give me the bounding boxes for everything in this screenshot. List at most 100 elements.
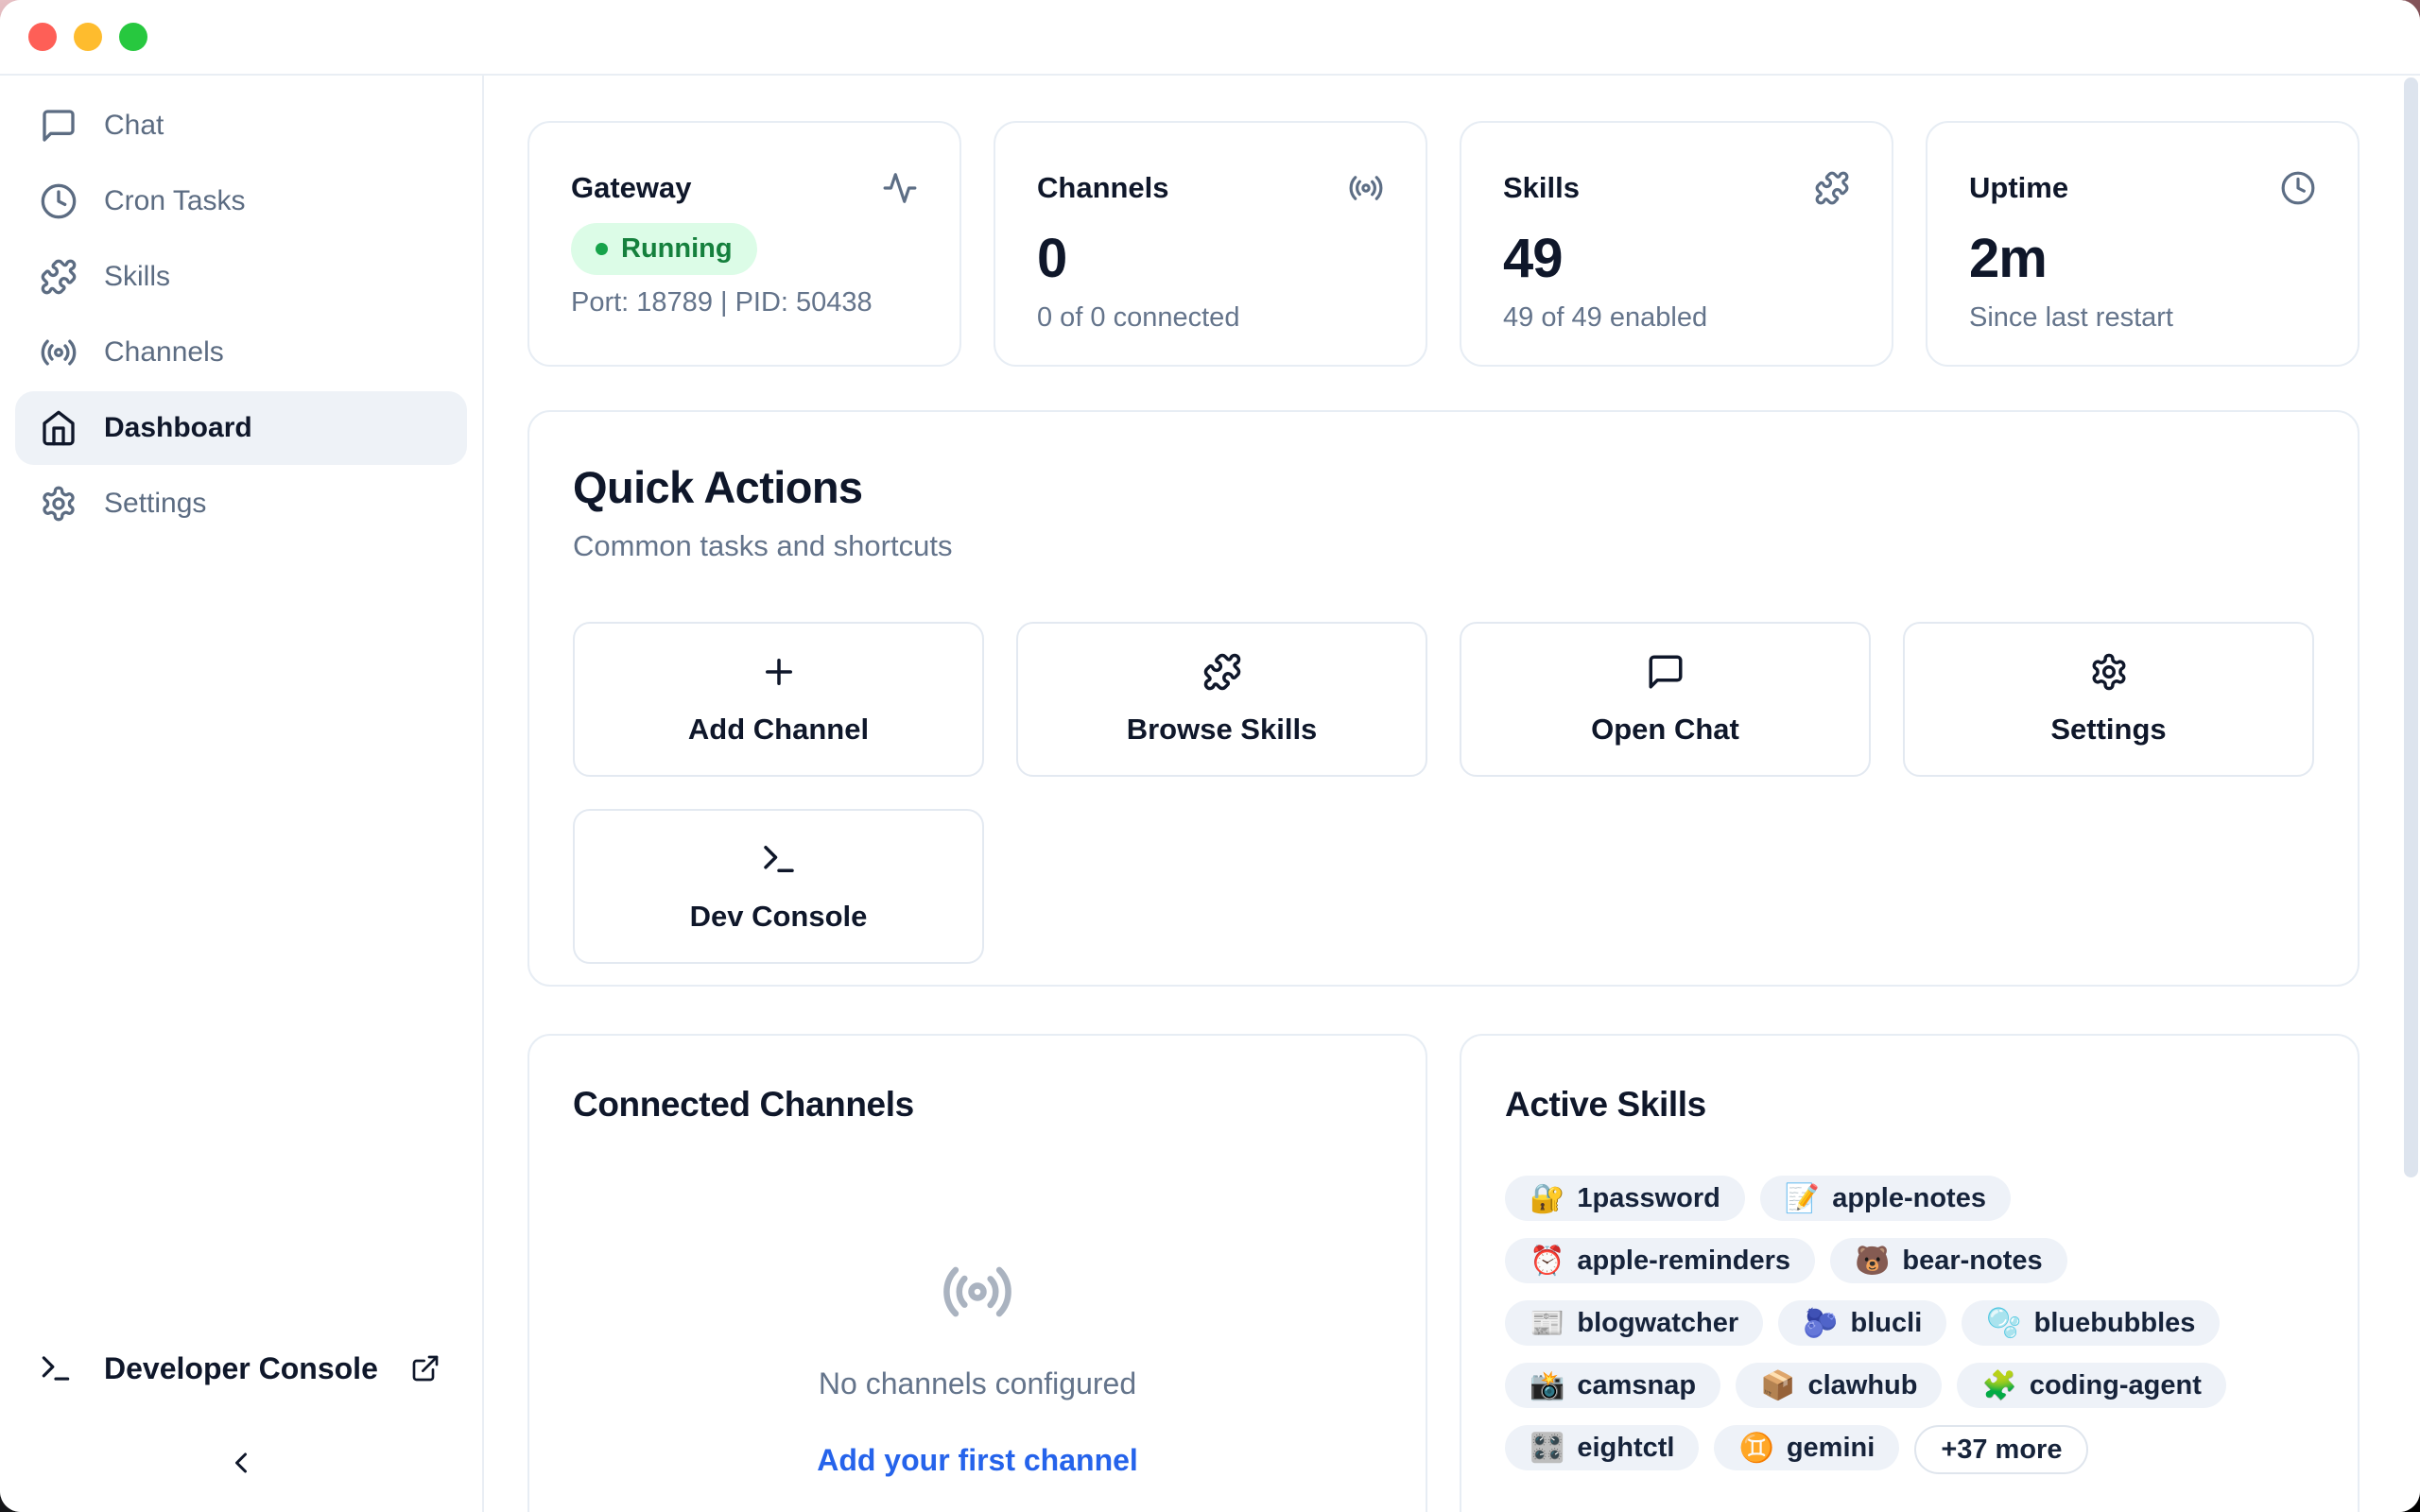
puzzle-icon bbox=[40, 258, 78, 296]
skill-badge: 🔐 1password bbox=[1505, 1176, 1745, 1221]
gear-icon bbox=[2089, 652, 2129, 692]
chat-icon bbox=[40, 107, 78, 145]
stat-title: Gateway bbox=[571, 171, 692, 205]
activity-icon bbox=[882, 170, 918, 206]
sidebar-item[interactable]: Channels bbox=[15, 316, 467, 389]
skill-emoji: 🐻 bbox=[1855, 1245, 1890, 1278]
radio-icon bbox=[40, 334, 78, 371]
quick-action-label: Dev Console bbox=[690, 900, 868, 934]
clock-icon bbox=[2280, 170, 2316, 206]
developer-console-link[interactable]: Developer Console bbox=[15, 1334, 467, 1402]
developer-console-label: Developer Console bbox=[104, 1351, 410, 1386]
stat-card: Gateway Running Port: 18789 | PID: 50438 bbox=[527, 121, 961, 367]
zoom-button[interactable] bbox=[119, 23, 147, 51]
stat-title: Uptime bbox=[1969, 171, 2068, 205]
chevron-left-icon bbox=[224, 1446, 258, 1480]
quick-actions-title: Quick Actions bbox=[573, 461, 2314, 513]
skill-badge: ⏰ apple-reminders bbox=[1505, 1238, 1815, 1283]
skill-name: apple-reminders bbox=[1577, 1246, 1790, 1277]
skill-name: coding-agent bbox=[2030, 1370, 2202, 1401]
skill-badge: 🫐 blucli bbox=[1778, 1300, 1946, 1346]
bottom-row: Connected Channels No channels configure… bbox=[527, 1034, 2360, 1512]
clock-icon bbox=[40, 182, 78, 220]
minimize-button[interactable] bbox=[74, 23, 102, 51]
home-icon bbox=[40, 409, 78, 447]
gear-icon bbox=[40, 485, 78, 523]
active-skills-panel: Active Skills 🔐 1password 📝 apple-notes … bbox=[1460, 1034, 2360, 1512]
close-button[interactable] bbox=[28, 23, 57, 51]
quick-action-button[interactable]: Open Chat bbox=[1460, 622, 1871, 777]
skill-badge: 📦 clawhub bbox=[1736, 1363, 1942, 1408]
skill-name: bear-notes bbox=[1902, 1246, 2042, 1277]
external-link-icon bbox=[410, 1353, 441, 1383]
status-dot bbox=[596, 243, 608, 255]
quick-actions-subtitle: Common tasks and shortcuts bbox=[573, 529, 2314, 563]
quick-action-label: Settings bbox=[2050, 713, 2166, 747]
skill-emoji: ♊️ bbox=[1738, 1432, 1773, 1465]
skill-badge: 🎛️ eightctl bbox=[1505, 1425, 1699, 1470]
app-body: Chat Cron Tasks Skills Channels Dashboar… bbox=[0, 76, 2420, 1512]
quick-actions-panel: Quick Actions Common tasks and shortcuts… bbox=[527, 410, 2360, 987]
skill-badge: 📸 camsnap bbox=[1505, 1363, 1720, 1408]
sidebar-item-label: Skills bbox=[104, 261, 170, 293]
quick-action-button[interactable]: Dev Console bbox=[573, 809, 984, 964]
quick-action-button[interactable]: Browse Skills bbox=[1016, 622, 1427, 777]
stat-card: Uptime 2m Since last restart bbox=[1926, 121, 2360, 367]
stat-value: 2m bbox=[1969, 227, 2316, 290]
skill-name: clawhub bbox=[1807, 1370, 1917, 1401]
skill-name: gemini bbox=[1787, 1433, 1875, 1464]
skill-badge: 🧩 coding-agent bbox=[1957, 1363, 2225, 1408]
stat-title: Skills bbox=[1503, 171, 1580, 205]
quick-action-button[interactable]: Add Channel bbox=[573, 622, 984, 777]
skill-name: bluebubbles bbox=[2034, 1308, 2196, 1339]
sidebar: Chat Cron Tasks Skills Channels Dashboar… bbox=[0, 76, 484, 1512]
skill-emoji: 📝 bbox=[1785, 1182, 1820, 1215]
skill-name: apple-notes bbox=[1832, 1183, 1986, 1214]
skills-pill-list: 🔐 1password 📝 apple-notes ⏰ apple-remind… bbox=[1505, 1176, 2314, 1474]
skill-emoji: 📸 bbox=[1530, 1369, 1564, 1402]
add-first-channel-link[interactable]: Add your first channel bbox=[817, 1443, 1138, 1478]
skill-name: blogwatcher bbox=[1577, 1308, 1738, 1339]
stat-card: Channels 0 0 of 0 connected bbox=[994, 121, 1427, 367]
sidebar-item[interactable]: Chat bbox=[15, 89, 467, 163]
stat-detail: Since last restart bbox=[1969, 302, 2316, 334]
sidebar-item[interactable]: Cron Tasks bbox=[15, 164, 467, 238]
skill-emoji: 🫧 bbox=[1986, 1307, 2021, 1340]
skill-badge: ♊️ gemini bbox=[1714, 1425, 1899, 1470]
radio-icon bbox=[1348, 170, 1384, 206]
skill-emoji: 🫐 bbox=[1803, 1307, 1838, 1340]
quick-action-label: Browse Skills bbox=[1127, 713, 1318, 747]
puzzle-icon bbox=[1814, 170, 1850, 206]
active-skills-title: Active Skills bbox=[1505, 1085, 2314, 1125]
titlebar bbox=[0, 0, 2420, 76]
quick-action-label: Open Chat bbox=[1591, 713, 1739, 747]
stat-value: 49 bbox=[1503, 227, 1850, 290]
skill-badge: 🫧 bluebubbles bbox=[1962, 1300, 2220, 1346]
skill-emoji: 🔐 bbox=[1530, 1182, 1564, 1215]
terminal-icon bbox=[759, 839, 799, 879]
more-skills-button[interactable]: +37 more bbox=[1914, 1425, 2088, 1474]
stat-detail: 0 of 0 connected bbox=[1037, 302, 1384, 334]
skill-emoji: 📰 bbox=[1530, 1307, 1564, 1340]
skill-badge: 🐻 bear-notes bbox=[1830, 1238, 2067, 1283]
skill-badge: 📰 blogwatcher bbox=[1505, 1300, 1763, 1346]
sidebar-item-label: Dashboard bbox=[104, 412, 252, 444]
stats-row: Gateway Running Port: 18789 | PID: 50438… bbox=[527, 121, 2360, 367]
quick-action-button[interactable]: Settings bbox=[1903, 622, 2314, 777]
sidebar-item-label: Settings bbox=[104, 488, 206, 520]
sidebar-item[interactable]: Dashboard bbox=[15, 391, 467, 465]
connected-channels-panel: Connected Channels No channels configure… bbox=[527, 1034, 1427, 1512]
scrollbar-thumb[interactable] bbox=[2404, 77, 2418, 1177]
collapse-sidebar-button[interactable] bbox=[15, 1446, 467, 1480]
sidebar-item-label: Chat bbox=[104, 110, 164, 142]
sidebar-item-label: Channels bbox=[104, 336, 224, 369]
skill-emoji: 🎛️ bbox=[1530, 1432, 1564, 1465]
skill-name: eightctl bbox=[1577, 1433, 1674, 1464]
sidebar-item[interactable]: Settings bbox=[15, 467, 467, 541]
quick-action-label: Add Channel bbox=[688, 713, 869, 747]
sidebar-item[interactable]: Skills bbox=[15, 240, 467, 314]
sidebar-nav: Chat Cron Tasks Skills Channels Dashboar… bbox=[15, 89, 467, 542]
app-window: Chat Cron Tasks Skills Channels Dashboar… bbox=[0, 0, 2420, 1512]
terminal-icon bbox=[38, 1350, 74, 1386]
chat-icon bbox=[1646, 652, 1685, 692]
